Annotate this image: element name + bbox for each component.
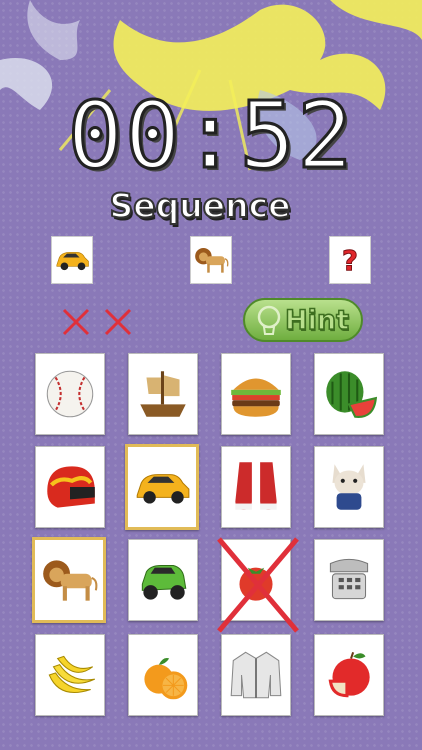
car-icon bbox=[56, 252, 89, 271]
jacket-icon bbox=[230, 651, 282, 699]
baseball-icon bbox=[46, 370, 94, 418]
question-mark-icon: ? bbox=[341, 244, 358, 278]
card-bulldog[interactable] bbox=[314, 446, 384, 528]
card-toy-car[interactable] bbox=[128, 539, 198, 621]
watermelon-icon bbox=[326, 371, 378, 418]
card-tomato[interactable] bbox=[221, 539, 291, 621]
card-sneakers[interactable] bbox=[221, 446, 291, 528]
hint-label: Hint bbox=[284, 304, 349, 337]
card-orange[interactable] bbox=[128, 634, 198, 716]
bulldog-icon bbox=[332, 464, 366, 510]
sequence-card-3: ? bbox=[329, 236, 371, 284]
card-baseball[interactable] bbox=[35, 353, 105, 435]
card-telephone[interactable] bbox=[314, 539, 384, 621]
sequence-card-2 bbox=[190, 236, 232, 284]
orange-icon bbox=[144, 658, 188, 700]
tomato-icon bbox=[239, 567, 273, 601]
card-jacket[interactable] bbox=[221, 634, 291, 716]
game-mode-title: Sequence bbox=[108, 185, 291, 226]
card-watermelon[interactable] bbox=[314, 353, 384, 435]
card-ship[interactable] bbox=[128, 353, 198, 435]
helmet-icon bbox=[47, 466, 95, 508]
miss-x-icon bbox=[104, 308, 132, 336]
car-icon bbox=[136, 474, 190, 504]
apple-icon bbox=[328, 651, 370, 698]
card-apple[interactable] bbox=[314, 634, 384, 716]
lion-icon bbox=[195, 247, 229, 273]
sneakers-icon bbox=[235, 462, 277, 510]
hint-button[interactable]: Hint bbox=[243, 298, 363, 342]
banana-icon bbox=[48, 655, 96, 693]
svg-text:?: ? bbox=[342, 244, 358, 277]
toy-car-icon bbox=[141, 565, 187, 600]
telephone-icon bbox=[329, 558, 369, 600]
ship-icon bbox=[140, 371, 186, 417]
countdown-timer: 00:52 bbox=[66, 82, 355, 189]
miss-x-icon bbox=[62, 308, 90, 336]
card-burger[interactable] bbox=[221, 353, 291, 435]
lion-icon bbox=[43, 560, 98, 601]
sequence-card-1 bbox=[51, 236, 93, 284]
card-banana[interactable] bbox=[35, 634, 105, 716]
card-helmet[interactable] bbox=[35, 446, 105, 528]
card-lion[interactable] bbox=[32, 537, 106, 623]
card-car[interactable] bbox=[125, 444, 199, 530]
lightbulb-icon bbox=[257, 305, 281, 335]
burger-icon bbox=[231, 378, 281, 417]
